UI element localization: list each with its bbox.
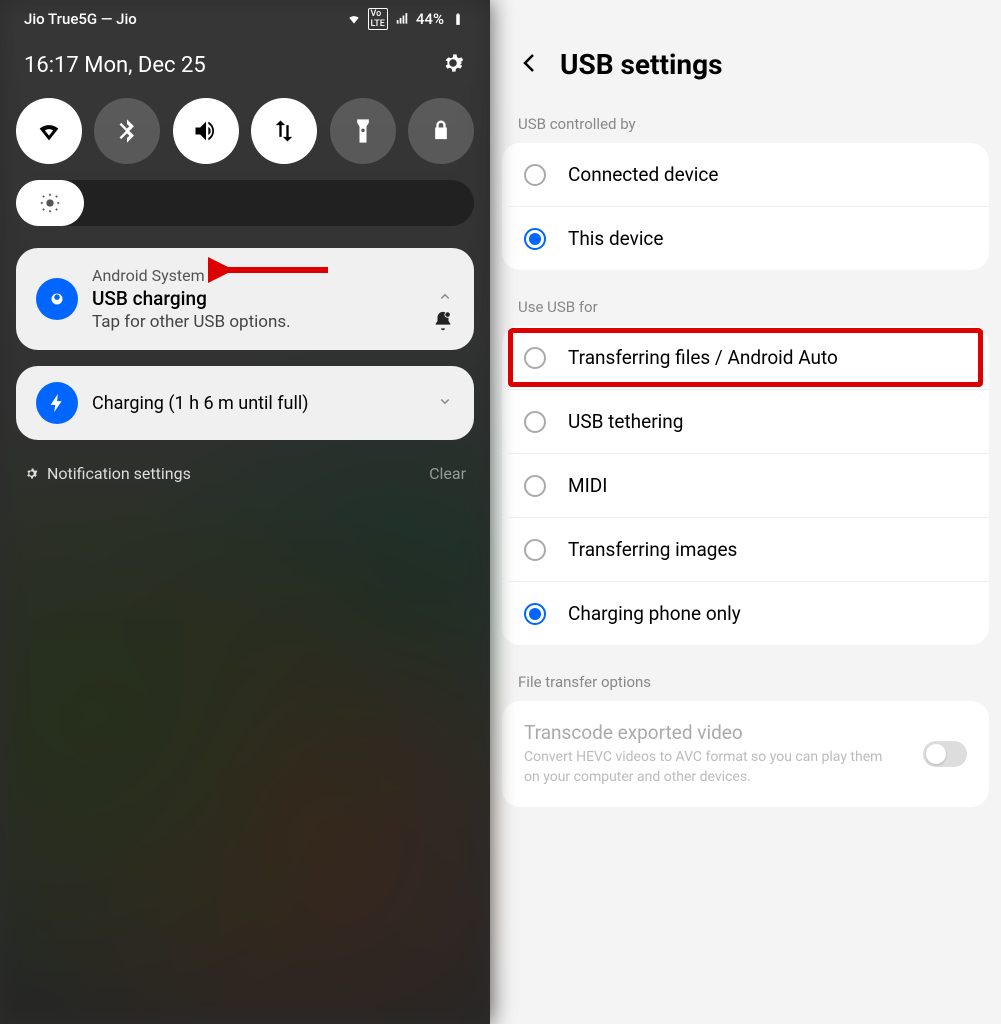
volume-icon: [192, 117, 220, 145]
notif-settings-label: Notification settings: [47, 464, 191, 483]
option-label: This device: [568, 227, 967, 250]
data-arrows-icon: [270, 117, 298, 145]
option-transcode[interactable]: Transcode exported video Convert HEVC vi…: [502, 701, 989, 807]
notif-bell-icon[interactable]: [432, 310, 454, 336]
brightness-menu-icon[interactable]: ⋮: [441, 191, 460, 216]
battery-icon: [450, 12, 466, 26]
section-label-use-usb-for: Use USB for: [490, 292, 1001, 326]
brightness-slider[interactable]: ⋮: [16, 180, 474, 226]
volte-icon: VoLTE: [368, 8, 388, 30]
option-label: Transferring files / Android Auto: [568, 346, 967, 369]
option-transferring-images[interactable]: Transferring images: [502, 518, 989, 582]
battery-percent: 44%: [416, 10, 444, 28]
radio-unchecked: [524, 347, 546, 369]
status-bar: Jio True5G — Jio VoLTE 44%: [16, 0, 474, 34]
status-icons: VoLTE 44%: [346, 8, 466, 30]
clear-button[interactable]: Clear: [429, 464, 466, 483]
group-use-usb-for: Transferring files / Android Auto USB te…: [502, 326, 989, 645]
carrier-label: Jio True5G — Jio: [24, 10, 137, 28]
option-label: Connected device: [568, 163, 967, 186]
option-transferring-files[interactable]: Transferring files / Android Auto: [502, 326, 989, 390]
qs-bluetooth[interactable]: [94, 98, 160, 164]
notif-subtitle: Tap for other USB options.: [92, 312, 422, 332]
qs-wifi[interactable]: [16, 98, 82, 164]
qs-data[interactable]: [251, 98, 317, 164]
option-label: Transferring images: [568, 538, 967, 561]
date-time-label: 16:17 Mon, Dec 25: [24, 53, 206, 78]
collapse-chevron-icon[interactable]: [436, 288, 454, 310]
quick-settings-row: [16, 94, 474, 180]
wifi-icon: [35, 117, 63, 145]
flashlight-icon: [349, 117, 377, 145]
brightness-handle[interactable]: [16, 180, 84, 226]
radio-unchecked: [524, 539, 546, 561]
option-label: USB tethering: [568, 410, 967, 433]
toggle-off[interactable]: [923, 741, 967, 767]
charging-title: Charging (1 h 6 m until full): [92, 393, 422, 414]
notification-usb[interactable]: Android System USB charging Tap for othe…: [16, 248, 474, 350]
back-button[interactable]: [518, 51, 542, 79]
notification-settings-link[interactable]: Notification settings: [24, 464, 191, 483]
page-title: USB settings: [560, 48, 722, 81]
section-label-file-transfer: File transfer options: [490, 667, 1001, 701]
group-controlled-by: Connected device This device: [502, 143, 989, 270]
section-label-controlled-by: USB controlled by: [490, 109, 1001, 143]
bluetooth-icon: [113, 117, 141, 145]
radio-unchecked: [524, 411, 546, 433]
notif-source: Android System: [92, 266, 422, 285]
settings-gear-icon[interactable]: [440, 50, 466, 80]
usb-notif-icon: [36, 278, 78, 320]
rotation-lock-icon: [427, 117, 455, 145]
radio-checked: [524, 228, 546, 250]
option-charging-only[interactable]: Charging phone only: [502, 582, 989, 645]
group-file-transfer: Transcode exported video Convert HEVC vi…: [502, 701, 989, 807]
radio-unchecked: [524, 164, 546, 186]
notification-shade: Jio True5G — Jio VoLTE 44% 16:17 Mon, De…: [0, 0, 490, 1024]
option-description: Convert HEVC videos to AVC format so you…: [524, 748, 901, 787]
gear-icon: [24, 466, 39, 481]
option-usb-tethering[interactable]: USB tethering: [502, 390, 989, 454]
option-connected-device[interactable]: Connected device: [502, 143, 989, 207]
chevron-left-icon: [518, 51, 542, 75]
option-label: Transcode exported video: [524, 721, 901, 744]
charging-notif-icon: [36, 382, 78, 424]
notification-charging[interactable]: Charging (1 h 6 m until full): [16, 366, 474, 440]
option-midi[interactable]: MIDI: [502, 454, 989, 518]
brightness-icon: [39, 192, 61, 214]
notif-title: USB charging: [92, 287, 422, 310]
qs-rotation-lock[interactable]: [408, 98, 474, 164]
signal-icon: [394, 12, 410, 26]
option-label: Charging phone only: [568, 602, 967, 625]
usb-settings-screen: USB settings USB controlled by Connected…: [490, 0, 1001, 1024]
radio-checked: [524, 603, 546, 625]
option-this-device[interactable]: This device: [502, 207, 989, 270]
qs-sound[interactable]: [173, 98, 239, 164]
option-label: MIDI: [568, 474, 967, 497]
radio-unchecked: [524, 475, 546, 497]
qs-flashlight[interactable]: [330, 98, 396, 164]
expand-chevron-icon[interactable]: [436, 392, 454, 414]
wifi-icon: [346, 12, 362, 26]
